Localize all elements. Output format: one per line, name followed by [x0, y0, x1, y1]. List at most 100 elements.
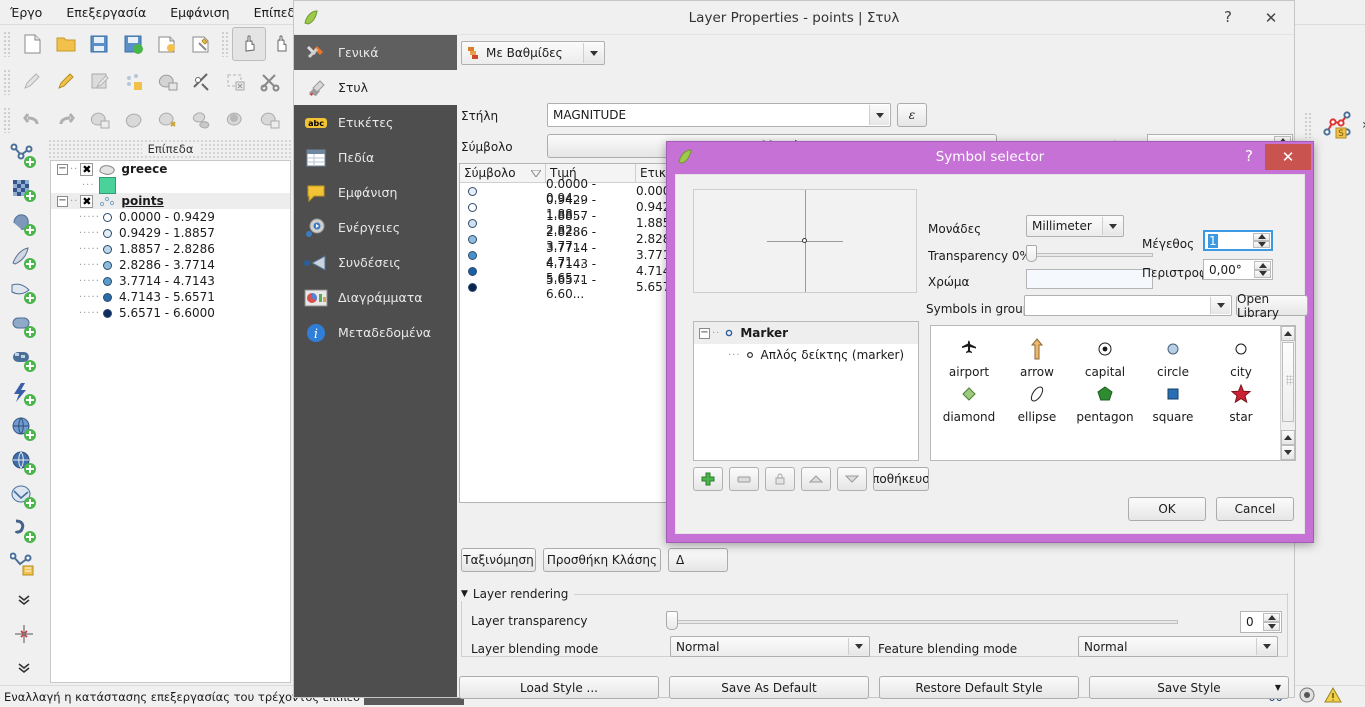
symbol-item-airport[interactable]: airport — [935, 334, 1003, 379]
symbol-item-pentagon[interactable]: pentagon — [1071, 379, 1139, 424]
redo-button[interactable] — [49, 103, 83, 137]
new-shapefile-layer-button[interactable] — [2, 515, 46, 549]
symbol-item-circle[interactable]: circle — [1139, 334, 1207, 379]
simplify-feature-button[interactable] — [117, 103, 151, 137]
stepper-down-icon[interactable] — [1254, 269, 1271, 278]
layer-blending-combo[interactable]: Normal — [670, 636, 870, 657]
layer-item-greece[interactable]: − ·· ✖ greece — [51, 161, 290, 177]
stepper-up-icon[interactable] — [1254, 261, 1271, 270]
touch-zoom-tool-button[interactable] — [232, 27, 267, 61]
chevron-down-icon[interactable] — [869, 105, 889, 125]
delete-class-button[interactable]: Δ — [668, 548, 728, 572]
sidebar-item-display[interactable]: Εμφάνιση — [294, 175, 457, 210]
new-memory-layer-button[interactable] — [2, 549, 46, 583]
slider-handle[interactable] — [666, 611, 678, 630]
add-ring-button[interactable] — [151, 103, 185, 137]
transparency-slider[interactable] — [1028, 253, 1153, 257]
save-as-default-button[interactable]: Save As Default — [669, 676, 869, 699]
chevron-down-icon[interactable] — [1210, 297, 1230, 314]
toolbar-grip-3[interactable] — [3, 69, 12, 95]
classify-button[interactable]: Ταξινόμηση — [461, 548, 536, 572]
add-oracle-layer-button[interactable] — [2, 310, 46, 344]
add-db2-layer-button[interactable] — [2, 344, 46, 378]
restore-default-style-button[interactable]: Restore Default Style — [879, 676, 1079, 699]
symbol-selector-ok-button[interactable]: OK — [1128, 497, 1206, 521]
stepper-up-icon[interactable] — [1263, 613, 1280, 622]
size-spinbox[interactable]: 1 — [1203, 230, 1273, 251]
open-project-button[interactable] — [49, 27, 83, 61]
symbol-tree-item-simple-marker[interactable]: ··· Απλός δείκτης (marker) — [694, 344, 918, 366]
layer-visibility-checkbox-2[interactable]: ✖ — [80, 194, 94, 208]
new-print-composer-button[interactable] — [150, 27, 184, 61]
edit-topology-icon[interactable]: S — [1322, 110, 1356, 140]
menu-item-project[interactable]: Έργο — [6, 3, 46, 22]
move-down-button[interactable] — [837, 467, 867, 491]
layer-transparency-spinbox[interactable]: 0 — [1240, 611, 1282, 633]
save-layer-edits-button[interactable] — [83, 65, 117, 99]
add-mssql-layer-button[interactable] — [2, 276, 46, 310]
messages-warning-icon[interactable] — [1323, 686, 1343, 707]
menu-item-view[interactable]: Εμφάνιση — [166, 3, 233, 22]
chevron-down-icon[interactable] — [583, 43, 603, 63]
add-delimited-text-layer-button[interactable] — [2, 481, 46, 515]
toolbar-grip[interactable] — [3, 31, 12, 57]
symbol-tree-item-marker[interactable]: − ·· Marker — [694, 322, 918, 344]
transparency-stepper[interactable] — [1263, 613, 1280, 631]
crs-status-icon[interactable] — [1297, 686, 1317, 707]
add-feature-button[interactable] — [117, 65, 151, 99]
toggle-editing-button[interactable] — [15, 65, 49, 99]
symbol-item-square[interactable]: square — [1139, 379, 1207, 424]
layers-tree[interactable]: − ·· ✖ greece ··· − ·· ✖ points ····· 0.… — [50, 160, 291, 683]
layer-transparency-slider[interactable] — [670, 620, 1178, 624]
help-icon[interactable]: ? — [1245, 147, 1253, 165]
add-spatialite-layer-button[interactable] — [2, 242, 46, 276]
help-icon[interactable]: ? — [1224, 8, 1232, 26]
expander-icon-2[interactable]: − — [57, 195, 68, 207]
add-postgis-layer-button[interactable] — [2, 208, 46, 242]
scroll-up-icon-2[interactable] — [1281, 430, 1295, 445]
add-class-button[interactable]: Προσθήκη Κλάσης — [543, 548, 661, 572]
expander-icon[interactable]: − — [699, 327, 710, 339]
symbol-layer-tree[interactable]: − ·· Marker ··· Απλός δείκτης (marker) — [693, 321, 919, 461]
symbol-selector-cancel-button[interactable]: Cancel — [1216, 497, 1294, 521]
sidebar-item-fields[interactable]: Πεδία — [294, 140, 457, 175]
add-wfs-layer-button[interactable] — [2, 447, 46, 481]
toolbar-grip-5[interactable] — [1304, 112, 1313, 138]
feature-blending-combo[interactable]: Normal — [1078, 636, 1278, 657]
add-raster-layer-button[interactable] — [2, 174, 46, 208]
rotation-spinbox[interactable]: 0,00° — [1203, 259, 1273, 280]
symbol-library[interactable]: airport arrow capital circle city diamon… — [930, 325, 1296, 461]
symbol-library-scrollbar[interactable] — [1280, 326, 1295, 460]
chevron-down-icon[interactable] — [1256, 638, 1276, 655]
scroll-up-icon[interactable] — [1281, 326, 1295, 341]
save-project-as-button[interactable] — [116, 27, 150, 61]
expander-icon[interactable]: − — [57, 163, 68, 175]
close-icon[interactable]: ✕ — [1265, 144, 1311, 170]
stepper-down-icon[interactable] — [1253, 240, 1270, 248]
chevron-down-icon[interactable] — [1102, 217, 1122, 235]
save-project-button[interactable] — [82, 27, 116, 61]
scroll-down-icon[interactable] — [1281, 445, 1295, 460]
size-stepper[interactable] — [1253, 233, 1270, 248]
edit-pencil-button[interactable] — [49, 65, 83, 99]
load-style-button[interactable]: Load Style ... — [459, 676, 659, 699]
header-symbol[interactable]: Σύμβολο — [460, 164, 546, 182]
symbol-item-arrow[interactable]: arrow — [1003, 334, 1071, 379]
sidebar-item-general[interactable]: Γενικά — [294, 35, 457, 70]
snapping-options-button[interactable] — [2, 617, 46, 651]
fill-ring-button[interactable] — [219, 103, 253, 137]
symbol-item-ellipse[interactable]: ellipse — [1003, 379, 1071, 424]
menu-item-edit[interactable]: Επεξεργασία — [62, 3, 150, 22]
new-project-button[interactable] — [15, 27, 49, 61]
node-tool-button[interactable] — [185, 65, 219, 99]
toolbar-grip-2[interactable] — [220, 31, 230, 57]
lock-colors-button[interactable] — [765, 467, 795, 491]
symbol-item-capital[interactable]: capital — [1071, 334, 1139, 379]
move-feature-button[interactable] — [151, 65, 185, 99]
rotation-stepper[interactable] — [1254, 261, 1271, 278]
layer-visibility-checkbox[interactable]: ✖ — [80, 162, 94, 176]
undo-button[interactable] — [15, 103, 49, 137]
transparency-slider-handle[interactable] — [1026, 245, 1037, 262]
close-icon[interactable]: ✕ — [1248, 1, 1294, 34]
composer-manager-button[interactable] — [184, 27, 218, 61]
